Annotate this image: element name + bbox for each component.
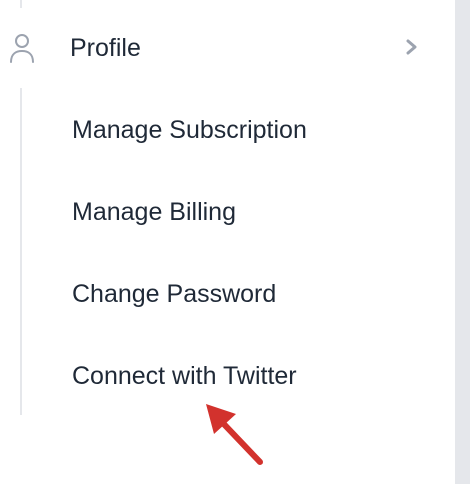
submenu-item-connect-with-twitter[interactable]: Connect with Twitter (72, 354, 432, 398)
arrow-pointer-icon (196, 396, 268, 470)
sidebar-item-label: Profile (70, 34, 141, 62)
chevron-right-icon[interactable] (402, 36, 422, 58)
submenu-tree-line (20, 88, 22, 415)
scrollbar-gutter (455, 0, 470, 484)
submenu-item-change-password[interactable]: Change Password (72, 272, 432, 316)
submenu-item-manage-billing[interactable]: Manage Billing (72, 190, 432, 234)
tree-line-top (20, 0, 22, 8)
sidebar-item-profile[interactable]: Profile (0, 22, 440, 74)
submenu-item-manage-subscription[interactable]: Manage Subscription (72, 108, 432, 152)
user-icon (8, 32, 36, 64)
sidebar-menu: Profile Manage Subscription Manage Billi… (0, 0, 470, 484)
